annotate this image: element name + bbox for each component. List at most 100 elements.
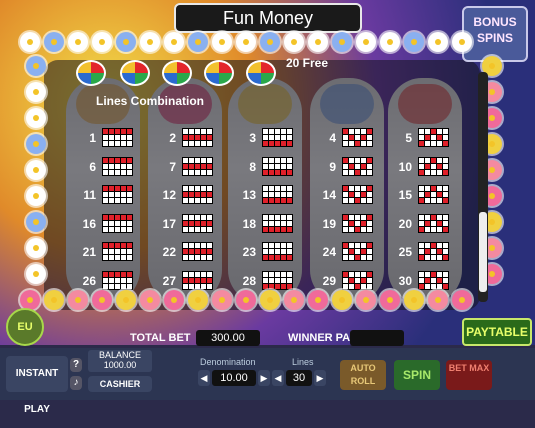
- payline-cell: [269, 221, 274, 226]
- payline-cell: [355, 164, 360, 169]
- payline-cell: [115, 249, 120, 254]
- payline-cell: [367, 243, 372, 248]
- flower-icon: [404, 32, 424, 52]
- lines-decrease-button[interactable]: ◀: [272, 370, 284, 386]
- flower-icon: [92, 32, 112, 52]
- payline-number: 14: [322, 187, 336, 202]
- payline-cell: [207, 272, 212, 277]
- payline-cell: [189, 135, 194, 140]
- flower-icon: [116, 290, 136, 310]
- payline-cell: [201, 198, 206, 203]
- payline-13: 13: [240, 185, 293, 204]
- payline-cell: [103, 158, 108, 163]
- payline-cell: [263, 135, 268, 140]
- payline-cell: [343, 141, 348, 146]
- payline-24: 24: [320, 242, 373, 261]
- payline-cell: [425, 215, 430, 220]
- payline-cell: [367, 221, 372, 226]
- help-button[interactable]: ?: [70, 358, 82, 372]
- payline-cell: [419, 215, 424, 220]
- payline-cell: [343, 198, 348, 203]
- payline-cell: [425, 164, 430, 169]
- payline-cell: [183, 129, 188, 134]
- payline-pattern: [182, 271, 213, 290]
- payline-26: 26: [80, 271, 133, 290]
- payline-cell: [115, 284, 120, 289]
- payline-pattern: [262, 157, 293, 176]
- payline-1: 1: [80, 128, 133, 147]
- payline-cell: [281, 129, 286, 134]
- payline-cell: [269, 284, 274, 289]
- payline-cell: [437, 215, 442, 220]
- sound-icon[interactable]: ♪: [70, 376, 82, 390]
- flower-icon: [26, 186, 46, 206]
- payline-cell: [355, 272, 360, 277]
- bet-max-button[interactable]: BET MAX: [446, 360, 492, 390]
- payline-cell: [115, 135, 120, 140]
- auto-roll-button[interactable]: AUTO ROLL: [340, 360, 386, 390]
- payline-cell: [281, 215, 286, 220]
- denomination-increase-button[interactable]: ▶: [258, 370, 270, 386]
- payline-cell: [269, 255, 274, 260]
- payline-cell: [195, 141, 200, 146]
- payline-cell: [263, 227, 268, 232]
- paytable-scrollbar[interactable]: [478, 72, 488, 302]
- payline-cell: [349, 192, 354, 197]
- payline-cell: [349, 215, 354, 220]
- payline-cell: [349, 141, 354, 146]
- payline-cell: [419, 243, 424, 248]
- flower-icon: [452, 32, 472, 52]
- lines-value: 30: [286, 370, 312, 386]
- balance-label: BALANCE: [98, 350, 142, 360]
- payline-cell: [361, 135, 366, 140]
- flower-icon: [20, 32, 40, 52]
- payline-cell: [355, 158, 360, 163]
- payline-cell: [183, 141, 188, 146]
- denomination-decrease-button[interactable]: ◀: [198, 370, 210, 386]
- payline-cell: [109, 192, 114, 197]
- paytable-button[interactable]: PAYTABLE: [462, 318, 532, 346]
- payline-cell: [109, 243, 114, 248]
- bonus-wheel-icon: [120, 60, 150, 86]
- payline-cell: [207, 243, 212, 248]
- bonus-wheel-icon: [162, 60, 192, 86]
- instant-play-button[interactable]: INSTANT PLAY: [6, 356, 68, 415]
- payline-cell: [343, 255, 348, 260]
- payline-cell: [343, 215, 348, 220]
- payline-cell: [367, 164, 372, 169]
- flower-icon: [332, 290, 352, 310]
- payline-cell: [103, 135, 108, 140]
- payline-cell: [361, 158, 366, 163]
- payline-cell: [419, 284, 424, 289]
- payline-29: 29: [320, 271, 373, 290]
- payline-cell: [109, 158, 114, 163]
- payline-cell: [109, 164, 114, 169]
- payline-cell: [121, 278, 126, 283]
- bonus-wheel-icon: [246, 60, 276, 86]
- payline-cell: [109, 129, 114, 134]
- spin-button[interactable]: SPIN: [394, 360, 440, 390]
- payline-cell: [183, 243, 188, 248]
- payline-cell: [115, 141, 120, 146]
- payline-cell: [361, 186, 366, 191]
- payline-cell: [103, 129, 108, 134]
- scrollbar-thumb[interactable]: [479, 212, 487, 292]
- payline-cell: [201, 243, 206, 248]
- flower-icon: [188, 32, 208, 52]
- payline-cell: [419, 272, 424, 277]
- payline-cell: [115, 170, 120, 175]
- payline-cell: [269, 227, 274, 232]
- flower-icon: [380, 32, 400, 52]
- game-title: Fun Money: [174, 3, 362, 33]
- payline-cell: [443, 135, 448, 140]
- payline-cell: [127, 243, 132, 248]
- flower-icon: [236, 290, 256, 310]
- lines-increase-button[interactable]: ▶: [314, 370, 326, 386]
- payline-cell: [349, 221, 354, 226]
- payline-cell: [275, 221, 280, 226]
- flower-icon: [26, 134, 46, 154]
- cashier-button[interactable]: CASHIER: [88, 376, 152, 392]
- payline-pattern: [262, 185, 293, 204]
- payline-cell: [195, 129, 200, 134]
- payline-cell: [103, 255, 108, 260]
